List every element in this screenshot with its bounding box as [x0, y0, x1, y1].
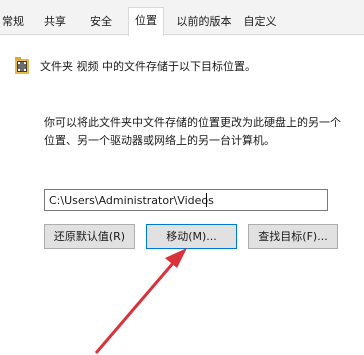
folder-location-label: 文件夹 视频 中的文件存储于以下目标位置。 — [40, 60, 256, 73]
folder-icon — [14, 55, 30, 75]
find-target-button[interactable]: 查找目标(F)... — [248, 224, 338, 249]
red-arrow-annotation — [94, 248, 187, 354]
tab-bar: 常规 共享 安全 位置 以前的版本 自定义 — [0, 0, 364, 36]
tab-location[interactable]: 位置 — [128, 7, 164, 36]
tab-previous-versions[interactable]: 以前的版本 — [172, 10, 236, 34]
description-line-2: 位置、另一个驱动器或网络上的另一台计算机。 — [44, 134, 275, 147]
tab-customize[interactable]: 自定义 — [238, 10, 282, 34]
text-caret — [206, 193, 207, 207]
tab-general[interactable]: 常规 — [0, 10, 26, 34]
folder-path-input[interactable] — [44, 189, 328, 211]
restore-default-button[interactable]: 还原默认值(R) — [44, 224, 135, 249]
description-line-1: 你可以将此文件夹中文件存储的位置更改为此硬盘上的另一个 — [44, 116, 341, 129]
tab-sharing[interactable]: 共享 — [38, 10, 72, 34]
tab-security[interactable]: 安全 — [84, 10, 118, 34]
move-button[interactable]: 移动(M)... — [146, 224, 237, 249]
